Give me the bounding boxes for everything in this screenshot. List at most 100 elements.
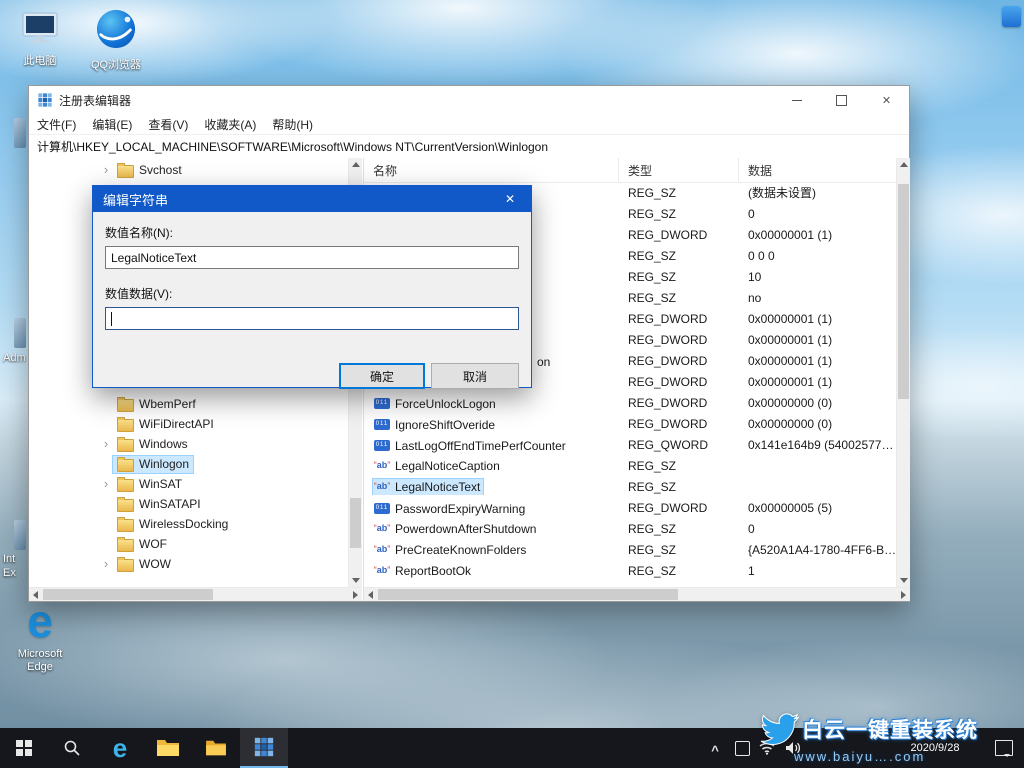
scrollbar-thumb[interactable]	[378, 589, 678, 600]
folder-icon	[117, 539, 134, 552]
registry-value-row[interactable]: 011LastLogOffEndTimePerfCounterREG_QWORD…	[364, 434, 896, 455]
tree-item-windows[interactable]: › Windows	[29, 434, 348, 454]
folder-icon	[117, 519, 134, 532]
registry-value-row[interactable]: abPowerdownAfterShutdownREG_SZ0	[364, 518, 896, 539]
tree-item-wirelessdocking[interactable]: › WirelessDocking	[29, 514, 348, 534]
list-horizontal-scrollbar[interactable]	[364, 587, 910, 601]
desktop-icon-qq-browser[interactable]: QQ浏览器	[84, 8, 148, 72]
value-name-input[interactable]: LegalNoticeText	[105, 246, 519, 269]
column-header-type[interactable]: 类型	[619, 158, 739, 182]
scroll-up-icon[interactable]	[897, 158, 910, 171]
scroll-left-icon[interactable]	[29, 588, 42, 601]
registry-value-row[interactable]: abLegalNoticeCaptionREG_SZ	[364, 455, 896, 476]
value-name-label: 数值名称(N):	[105, 224, 519, 241]
value-type: REG_SZ	[619, 522, 739, 536]
column-header-name[interactable]: 名称	[364, 158, 619, 182]
registry-value-row[interactable]: 011IgnoreShiftOverideREG_DWORD0x00000000…	[364, 413, 896, 434]
value-type: REG_SZ	[619, 186, 739, 200]
ok-button[interactable]: 确定	[339, 363, 425, 389]
chevron-right-icon[interactable]: ›	[99, 437, 113, 451]
desktop-icon-label: 此电脑	[8, 55, 72, 68]
value-data: no	[739, 291, 896, 305]
cancel-button[interactable]: 取消	[431, 363, 519, 389]
minimize-button[interactable]	[774, 86, 819, 114]
window-titlebar[interactable]: 注册表编辑器 ✕	[29, 86, 909, 114]
edit-string-dialog: 编辑字符串 ✕ 数值名称(N): LegalNoticeText 数值数据(V)…	[92, 185, 532, 388]
menu-help[interactable]: 帮助(H)	[264, 114, 321, 135]
folder-icon	[205, 739, 227, 757]
scroll-right-icon[interactable]	[897, 588, 910, 601]
value-data: (数据未设置)	[739, 184, 896, 201]
tray-expand-button[interactable]: ^	[703, 728, 727, 768]
menu-edit[interactable]: 编辑(E)	[84, 114, 140, 135]
tree-item-wof[interactable]: › WOF	[29, 534, 348, 554]
scroll-down-icon[interactable]	[349, 574, 362, 587]
tree-item-svchost[interactable]: › Svchost	[29, 160, 348, 180]
address-bar[interactable]: 计算机\HKEY_LOCAL_MACHINE\SOFTWARE\Microsof…	[29, 135, 909, 159]
value-data-input[interactable]	[105, 307, 519, 330]
folder-icon	[117, 479, 134, 492]
list-header: 名称 类型 数据	[364, 158, 896, 183]
scrollbar-thumb[interactable]	[43, 589, 213, 600]
taskbar-regedit-button[interactable]	[240, 728, 288, 768]
registry-value-row[interactable]: abReportBootOkREG_SZ1	[364, 560, 896, 581]
column-header-data[interactable]: 数据	[739, 158, 896, 182]
tree-horizontal-scrollbar[interactable]	[29, 587, 362, 601]
tree-item-wifidirectapi[interactable]: › WiFiDirectAPI	[29, 414, 348, 434]
tray-app-icon[interactable]	[730, 728, 754, 768]
dialog-titlebar[interactable]: 编辑字符串 ✕	[93, 186, 531, 212]
registry-app-icon	[253, 736, 275, 758]
reg-dword-icon: 011	[374, 503, 390, 514]
desktop-icon-edge[interactable]: e Microsoft Edge	[8, 598, 72, 674]
scrollbar-thumb[interactable]	[898, 184, 909, 399]
menu-file[interactable]: 文件(F)	[29, 114, 84, 135]
tree-item-winsat[interactable]: › WinSAT	[29, 474, 348, 494]
value-type: REG_SZ	[619, 543, 739, 557]
tree-item-wow[interactable]: › WOW	[29, 554, 348, 574]
text-caret	[111, 312, 112, 326]
scrollbar-thumb[interactable]	[350, 498, 361, 548]
scroll-down-icon[interactable]	[897, 574, 910, 587]
close-button[interactable]: ✕	[864, 86, 909, 114]
desktop-icon-partial[interactable]	[14, 318, 26, 348]
desktop-icon-partial[interactable]	[14, 520, 26, 550]
registry-value-row-selected[interactable]: abLegalNoticeTextREG_SZ	[364, 476, 896, 497]
scroll-up-icon[interactable]	[349, 158, 362, 171]
watermark: 白云一键重装系统 www.baiyu….com	[758, 709, 1018, 766]
desktop-icon-this-pc[interactable]: 此电脑	[8, 10, 72, 68]
value-data: 0x00000001 (1)	[739, 228, 896, 242]
start-button[interactable]	[0, 728, 48, 768]
taskbar-edge-button[interactable]: e	[96, 728, 144, 768]
watermark-url: www.baiyu….com	[794, 749, 1016, 764]
scroll-right-icon[interactable]	[349, 588, 362, 601]
value-type: REG_DWORD	[619, 375, 739, 389]
tree-item-label: Winlogon	[139, 457, 189, 471]
chevron-right-icon[interactable]: ›	[99, 477, 113, 491]
menu-favorites[interactable]: 收藏夹(A)	[196, 114, 264, 135]
registry-value-row[interactable]: 011PasswordExpiryWarningREG_DWORD0x00000…	[364, 497, 896, 518]
menu-view[interactable]: 查看(V)	[140, 114, 196, 135]
tree-item-winsatapi[interactable]: › WinSATAPI	[29, 494, 348, 514]
taskbar-folder-button[interactable]	[192, 728, 240, 768]
folder-icon	[117, 439, 134, 452]
maximize-button[interactable]	[819, 86, 864, 114]
edge-icon: e	[8, 598, 72, 644]
value-type: REG_SZ	[619, 459, 739, 473]
desktop-icon-label: QQ浏览器	[84, 59, 148, 72]
taskbar-explorer-button[interactable]	[144, 728, 192, 768]
chevron-right-icon[interactable]: ›	[99, 557, 113, 571]
value-name: on	[537, 355, 550, 369]
desktop-icon-partial[interactable]	[14, 118, 26, 148]
tree-item-winlogon[interactable]: › Winlogon	[29, 454, 348, 474]
value-type: REG_DWORD	[619, 354, 739, 368]
close-icon[interactable]: ✕	[489, 186, 531, 212]
taskbar-search-button[interactable]	[48, 728, 96, 768]
value-name: PowerdownAfterShutdown	[395, 522, 536, 536]
reg-sz-icon: ab	[374, 544, 390, 555]
floating-widget[interactable]	[1002, 6, 1021, 27]
chevron-right-icon[interactable]: ›	[99, 163, 113, 177]
scroll-left-icon[interactable]	[364, 588, 377, 601]
registry-value-row[interactable]: abPreCreateKnownFoldersREG_SZ{A520A1A4-1…	[364, 539, 896, 560]
list-vertical-scrollbar[interactable]	[896, 158, 910, 587]
value-name: IgnoreShiftOveride	[395, 418, 495, 432]
